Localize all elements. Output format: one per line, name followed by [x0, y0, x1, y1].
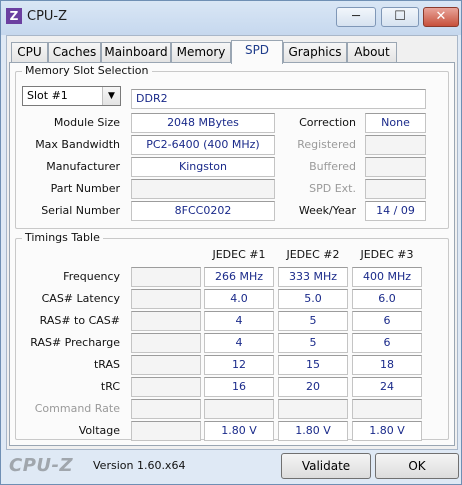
timings-blank-cell	[131, 311, 201, 331]
max-bandwidth-field: PC2-6400 (400 MHz)	[131, 135, 275, 155]
serial-number-field: 8FCC0202	[131, 201, 275, 221]
buffered-label: Buffered	[309, 160, 356, 173]
module-size-label: Module Size	[53, 116, 120, 129]
timings-column-header: JEDEC #1	[212, 248, 266, 261]
timings-blank-cell	[131, 355, 201, 375]
timings-cell: 6.0	[352, 289, 422, 309]
tab-about[interactable]: About	[347, 42, 397, 62]
timings-cell: 1.80 V	[278, 421, 348, 441]
minimize-button[interactable]: ─	[336, 7, 376, 27]
ok-button[interactable]: OK	[375, 453, 459, 479]
tab-spd[interactable]: SPD	[231, 40, 283, 64]
correction-label: Correction	[299, 116, 356, 129]
title-bar[interactable]: Z CPU-Z ─ ☐ ✕	[1, 1, 461, 35]
timings-cell: 18	[352, 355, 422, 375]
timings-table-group: Timings Table JEDEC #1 JEDEC #2 JEDEC #3 Fr…	[15, 231, 449, 441]
manufacturer-field: Kingston	[131, 157, 275, 177]
timings-column-header: JEDEC #2	[286, 248, 340, 261]
timings-cell: 400 MHz	[352, 267, 422, 287]
max-bandwidth-label: Max Bandwidth	[35, 138, 120, 151]
tab-graphics[interactable]: Graphics	[283, 42, 347, 62]
timings-cell: 4.0	[204, 289, 274, 309]
timings-row-label: Voltage	[78, 424, 120, 437]
spd-ext-label: SPD Ext.	[309, 182, 356, 195]
timings-cell: 4	[204, 333, 274, 353]
timings-cell: 266 MHz	[204, 267, 274, 287]
serial-number-label: Serial Number	[41, 204, 120, 217]
timings-cell: 24	[352, 377, 422, 397]
timings-cell: 6	[352, 333, 422, 353]
week-year-label: Week/Year	[298, 204, 356, 217]
timings-cell: 12	[204, 355, 274, 375]
slot-select[interactable]: Slot #1 ▼	[22, 86, 121, 106]
timings-cell: 20	[278, 377, 348, 397]
module-size-field: 2048 MBytes	[131, 113, 275, 133]
validate-button[interactable]: Validate	[281, 453, 371, 479]
registered-field	[365, 135, 426, 155]
timings-cell: 6	[352, 311, 422, 331]
memory-type-field: DDR2	[131, 89, 426, 109]
slot-select-value: Slot #1	[27, 89, 68, 102]
timings-row-label: RAS# Precharge	[30, 336, 120, 349]
timings-cell: 5.0	[278, 289, 348, 309]
part-number-field	[131, 179, 275, 199]
close-button[interactable]: ✕	[423, 7, 459, 27]
part-number-label: Part Number	[50, 182, 120, 195]
timings-row-label: Command Rate	[34, 402, 120, 415]
client-area: CPU Caches Mainboard Memory SPD Graphics…	[6, 35, 458, 450]
timings-blank-cell	[131, 289, 201, 309]
spd-panel: Memory Slot Selection Slot #1 ▼ DDR2 Mod…	[9, 62, 455, 446]
timings-cell: 5	[278, 311, 348, 331]
timings-blank-cell	[131, 377, 201, 397]
correction-field: None	[365, 113, 426, 133]
timings-blank-cell	[131, 399, 201, 419]
tab-cpu[interactable]: CPU	[11, 42, 48, 62]
version-label: Version 1.60.x64	[93, 459, 186, 472]
timings-cell: 1.80 V	[352, 421, 422, 441]
timings-cell: 15	[278, 355, 348, 375]
tab-caches[interactable]: Caches	[48, 42, 101, 62]
chevron-down-icon[interactable]: ▼	[102, 87, 120, 105]
timings-row-label: Frequency	[63, 270, 120, 283]
week-year-field: 14 / 09	[365, 201, 426, 221]
timings-cell: 4	[204, 311, 274, 331]
maximize-button[interactable]: ☐	[381, 7, 419, 27]
timings-blank-cell	[131, 267, 201, 287]
timings-row-label: tRC	[100, 380, 120, 393]
cpu-z-app-icon: Z	[6, 8, 22, 24]
timings-cell: 333 MHz	[278, 267, 348, 287]
spd-ext-field	[365, 179, 426, 199]
timings-cell	[352, 399, 422, 419]
manufacturer-label: Manufacturer	[46, 160, 120, 173]
timings-cell: 5	[278, 333, 348, 353]
timings-blank-cell	[131, 333, 201, 353]
timings-cell: 16	[204, 377, 274, 397]
timings-row-label: CAS# Latency	[41, 292, 120, 305]
cpu-z-window: Z CPU-Z ─ ☐ ✕ CPU Caches Mainboard Memor…	[0, 0, 462, 485]
registered-label: Registered	[297, 138, 356, 151]
window-title: CPU-Z	[27, 9, 68, 24]
tab-memory[interactable]: Memory	[171, 42, 231, 62]
timings-cell	[204, 399, 274, 419]
buffered-field	[365, 157, 426, 177]
memory-slot-selection-title: Memory Slot Selection	[22, 64, 152, 77]
timings-table-title: Timings Table	[22, 231, 103, 244]
timings-row-label: tRAS	[93, 358, 120, 371]
tab-mainboard[interactable]: Mainboard	[101, 42, 171, 62]
timings-blank-cell	[131, 421, 201, 441]
timings-cell: 1.80 V	[204, 421, 274, 441]
timings-column-header: JEDEC #3	[360, 248, 414, 261]
cpu-z-logo: CPU-Z	[9, 455, 74, 476]
timings-cell	[278, 399, 348, 419]
timings-row-label: RAS# to CAS#	[39, 314, 120, 327]
memory-slot-selection-group: Memory Slot Selection Slot #1 ▼ DDR2 Mod…	[15, 64, 449, 229]
